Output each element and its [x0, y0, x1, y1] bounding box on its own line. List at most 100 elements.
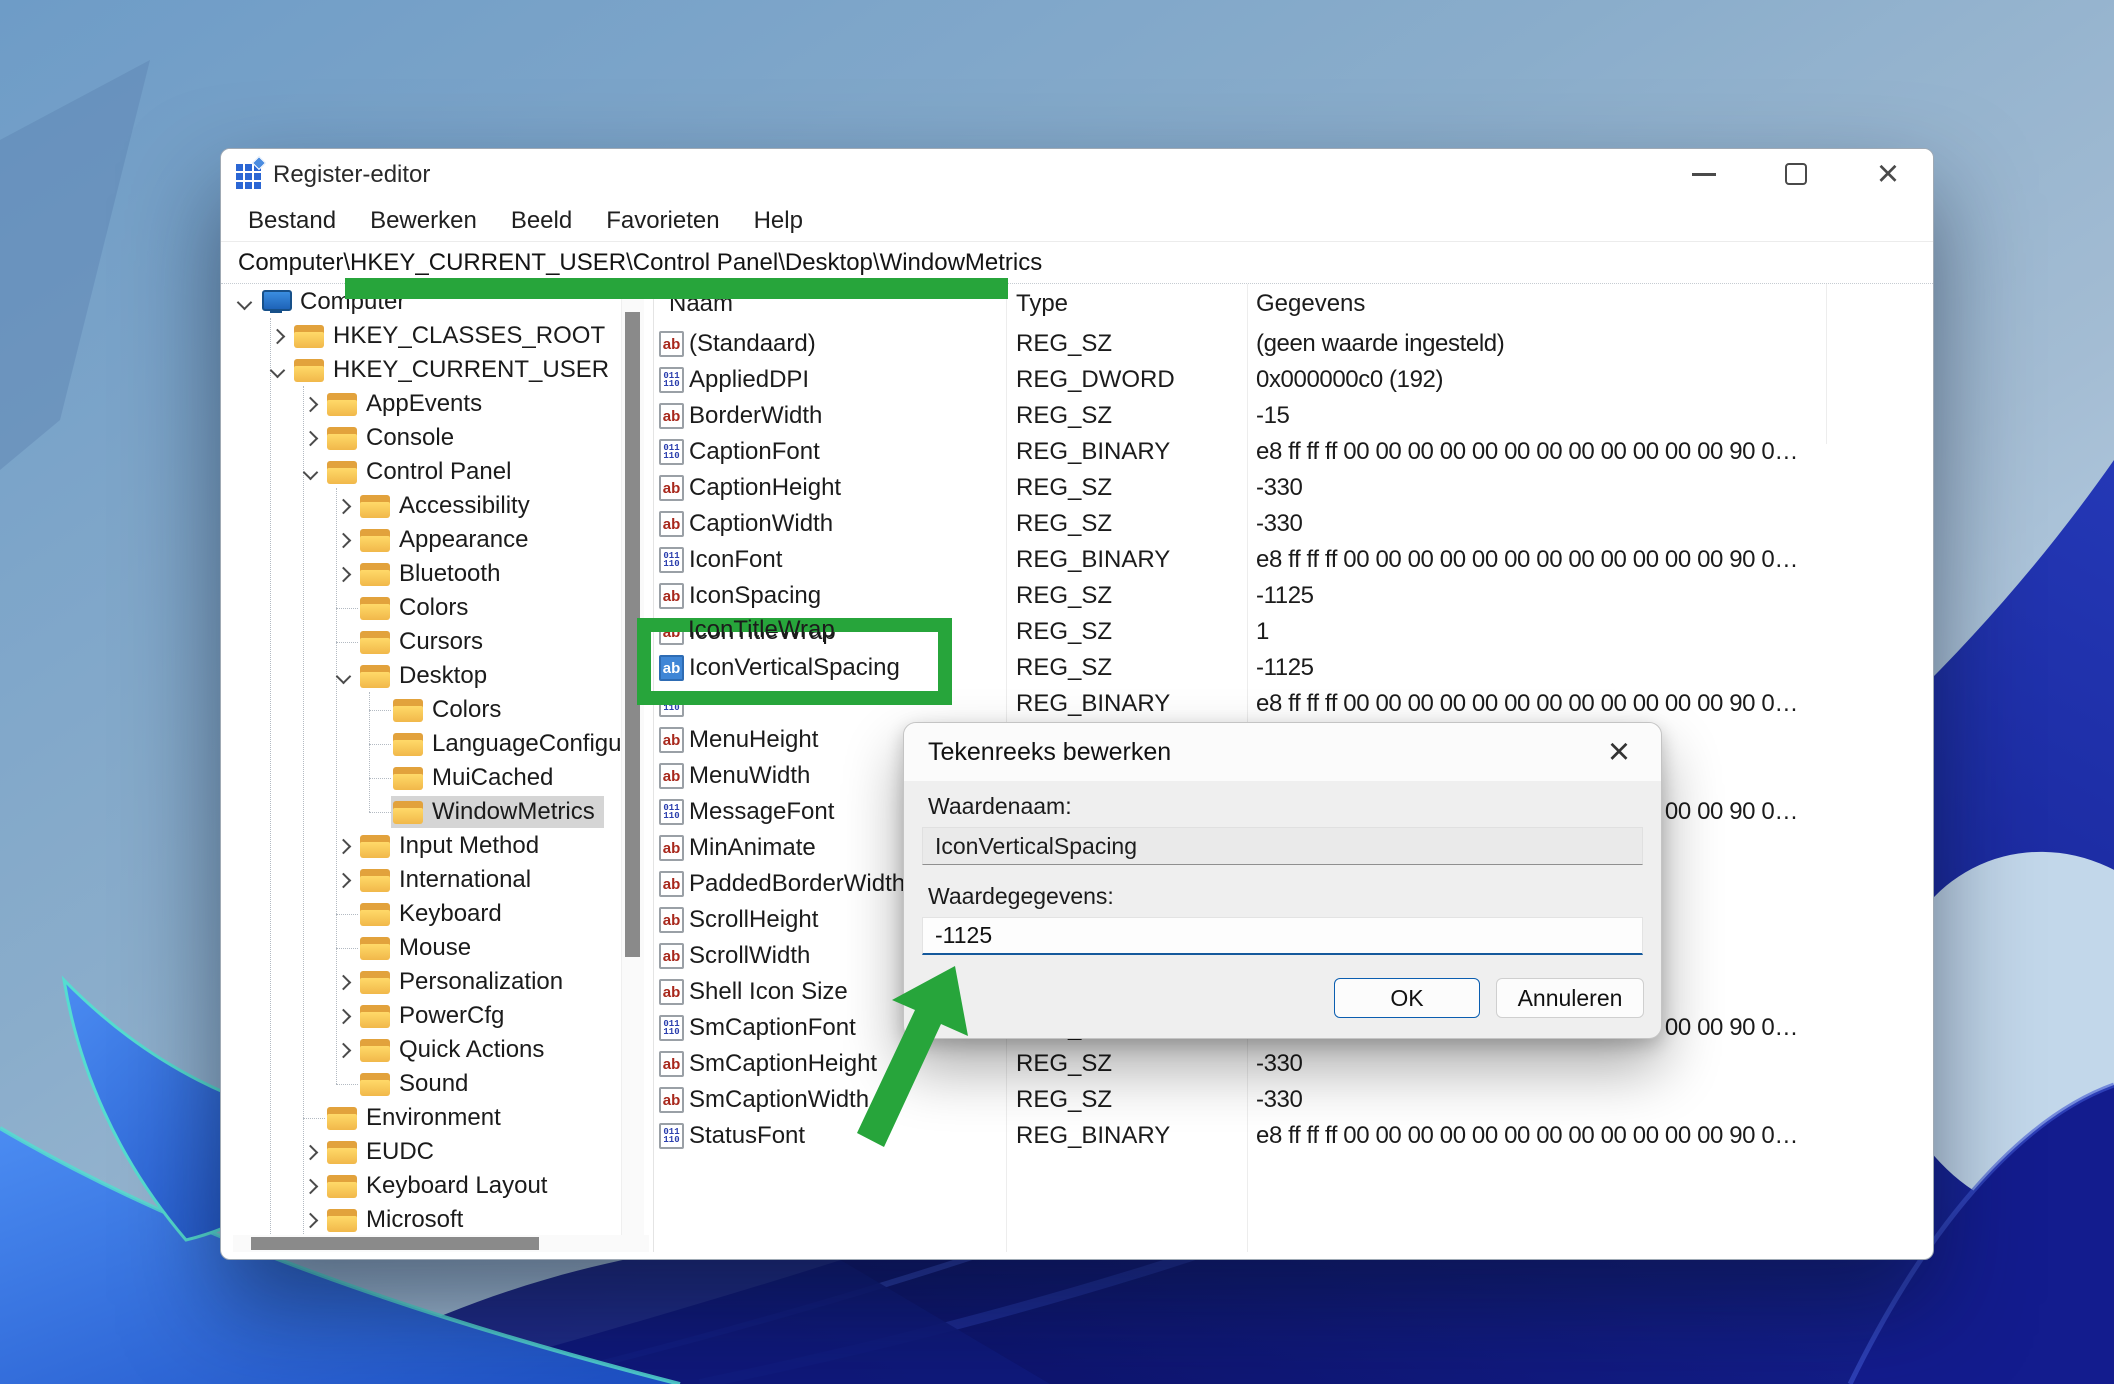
value-row-captionwidth[interactable]: abCaptionWidthREG_SZ-330	[657, 506, 1932, 542]
value-name: Shell Icon Size	[689, 974, 848, 1010]
value-row-iconspacing[interactable]: abIconSpacingREG_SZ-1125	[657, 578, 1932, 614]
tree-item-environment[interactable]: Environment	[233, 1101, 649, 1135]
tree-item-mouse[interactable]: Mouse	[233, 931, 649, 965]
chevron-collapsed-icon[interactable]	[303, 1213, 319, 1229]
tree-horizontal-scrollbar-thumb[interactable]	[251, 1237, 539, 1250]
value-row-iconfont[interactable]: 011110IconFontREG_BINARYe8 ff ff ff 00 0…	[657, 542, 1932, 578]
menu-favorieten[interactable]: Favorieten	[589, 207, 736, 235]
value-name: BorderWidth	[689, 398, 822, 434]
tree-item-colors[interactable]: Colors	[233, 591, 649, 625]
tree-item-keyboard[interactable]: Keyboard	[233, 897, 649, 931]
tree-item-bluetooth[interactable]: Bluetooth	[233, 557, 649, 591]
title-bar[interactable]: Register-editor ×	[221, 149, 1933, 201]
value-name: (Standaard)	[689, 326, 816, 362]
tree-item-colors[interactable]: Colors	[233, 693, 649, 727]
minimize-button[interactable]	[1673, 151, 1735, 197]
chevron-collapsed-icon[interactable]	[336, 499, 352, 515]
value-row-captionfont[interactable]: 011110CaptionFontREG_BINARYe8 ff ff ff 0…	[657, 434, 1932, 470]
string-value-icon: ab	[659, 763, 684, 789]
cancel-button[interactable]: Annuleren	[1496, 978, 1644, 1018]
chevron-collapsed-icon[interactable]	[270, 329, 286, 345]
chevron-collapsed-icon[interactable]	[336, 1043, 352, 1059]
chevron-collapsed-icon[interactable]	[303, 431, 319, 447]
dialog-title-bar[interactable]: Tekenreeks bewerken ×	[904, 723, 1661, 781]
tree-stub-line	[303, 1118, 325, 1119]
string-value-icon: ab	[659, 403, 684, 429]
value-type: REG_SZ	[1016, 650, 1112, 686]
value-data-input[interactable]	[922, 917, 1643, 955]
menu-beeld[interactable]: Beeld	[494, 207, 589, 235]
tree-item-quick-actions[interactable]: Quick Actions	[233, 1033, 649, 1067]
minimize-icon	[1692, 173, 1716, 176]
chevron-expanded-icon[interactable]	[237, 295, 253, 311]
tree-item-appevents[interactable]: AppEvents	[233, 387, 649, 421]
value-row-smcaptionwidth[interactable]: abSmCaptionWidthREG_SZ-330	[657, 1082, 1932, 1118]
tree-item-desktop[interactable]: Desktop	[233, 659, 649, 693]
chevron-collapsed-icon[interactable]	[336, 839, 352, 855]
tree-item-languageconfigur[interactable]: LanguageConfigur	[233, 727, 649, 761]
folder-icon	[360, 869, 390, 892]
tree-item-hkey-classes-root[interactable]: HKEY_CLASSES_ROOT	[233, 319, 649, 353]
tree-item-cursors[interactable]: Cursors	[233, 625, 649, 659]
tree-item-control-panel[interactable]: Control Panel	[233, 455, 649, 489]
chevron-collapsed-icon[interactable]	[336, 533, 352, 549]
value-name: CaptionHeight	[689, 470, 841, 506]
chevron-collapsed-icon[interactable]	[303, 397, 319, 413]
chevron-collapsed-icon[interactable]	[336, 1009, 352, 1025]
value-row-captionheight[interactable]: abCaptionHeightREG_SZ-330	[657, 470, 1932, 506]
chevron-collapsed-icon[interactable]	[303, 1145, 319, 1161]
column-header-type[interactable]: Type	[1016, 284, 1068, 324]
tree-stub-line	[369, 778, 391, 779]
folder-icon	[327, 393, 357, 416]
folder-icon	[327, 461, 357, 484]
menu-bewerken[interactable]: Bewerken	[353, 207, 494, 235]
ok-button[interactable]: OK	[1334, 978, 1480, 1018]
maximize-icon	[1785, 163, 1807, 185]
tree-item-microsoft[interactable]: Microsoft	[233, 1203, 649, 1237]
value-data: -330	[1256, 1082, 1302, 1118]
chevron-expanded-icon[interactable]	[336, 669, 352, 685]
value-name: AppliedDPI	[689, 362, 809, 398]
tree-item-eudc[interactable]: EUDC	[233, 1135, 649, 1169]
dialog-close-button[interactable]: ×	[1593, 729, 1645, 775]
panel-separator[interactable]	[653, 284, 654, 1252]
tree-item-sound[interactable]: Sound	[233, 1067, 649, 1101]
close-button[interactable]: ×	[1857, 151, 1919, 197]
chevron-collapsed-icon[interactable]	[303, 1179, 319, 1195]
tree-item-input-method[interactable]: Input Method	[233, 829, 649, 863]
folder-icon	[393, 699, 423, 722]
value-name: ScrollHeight	[689, 902, 818, 938]
chevron-expanded-icon[interactable]	[303, 465, 319, 481]
value-row-applieddpi[interactable]: 011110AppliedDPIREG_DWORD0x000000c0 (192…	[657, 362, 1932, 398]
tree-item-powercfg[interactable]: PowerCfg	[233, 999, 649, 1033]
tree-item-windowmetrics[interactable]: WindowMetrics	[233, 795, 649, 829]
value-type: REG_SZ	[1016, 578, 1112, 614]
column-header-gegevens[interactable]: Gegevens	[1256, 284, 1365, 324]
menu-help[interactable]: Help	[737, 207, 820, 235]
tree-item-muicached[interactable]: MuiCached	[233, 761, 649, 795]
value-name: MenuHeight	[689, 722, 818, 758]
value-type: REG_SZ	[1016, 470, 1112, 506]
tree-item-console[interactable]: Console	[233, 421, 649, 455]
value-data: e8 ff ff ff 00 00 00 00 00 00 00 00 00 0…	[1256, 1118, 1798, 1154]
value-row-smcaptionheight[interactable]: abSmCaptionHeightREG_SZ-330	[657, 1046, 1932, 1082]
value-data: -1125	[1256, 578, 1314, 614]
tree-item-keyboard-layout[interactable]: Keyboard Layout	[233, 1169, 649, 1203]
chevron-expanded-icon[interactable]	[270, 363, 286, 379]
tree-item-appearance[interactable]: Appearance	[233, 523, 649, 557]
maximize-button[interactable]	[1765, 151, 1827, 197]
chevron-collapsed-icon[interactable]	[336, 975, 352, 991]
tree-item-international[interactable]: International	[233, 863, 649, 897]
value-data: e8 ff ff ff 00 00 00 00 00 00 00 00 00 0…	[1256, 542, 1798, 578]
value-data: -330	[1256, 470, 1302, 506]
menu-bestand[interactable]: Bestand	[231, 207, 353, 235]
value-row-borderwidth[interactable]: abBorderWidthREG_SZ-15	[657, 398, 1932, 434]
chevron-collapsed-icon[interactable]	[336, 873, 352, 889]
binary-value-icon: 011110	[659, 367, 684, 393]
tree-item-personalization[interactable]: Personalization	[233, 965, 649, 999]
value-row-standaard[interactable]: ab(Standaard)REG_SZ(geen waarde ingestel…	[657, 326, 1932, 362]
value-row-statusfont[interactable]: 011110StatusFontREG_BINARYe8 ff ff ff 00…	[657, 1118, 1932, 1154]
tree-item-accessibility[interactable]: Accessibility	[233, 489, 649, 523]
tree-item-hkey-current-user[interactable]: HKEY_CURRENT_USER	[233, 353, 649, 387]
chevron-collapsed-icon[interactable]	[336, 567, 352, 583]
